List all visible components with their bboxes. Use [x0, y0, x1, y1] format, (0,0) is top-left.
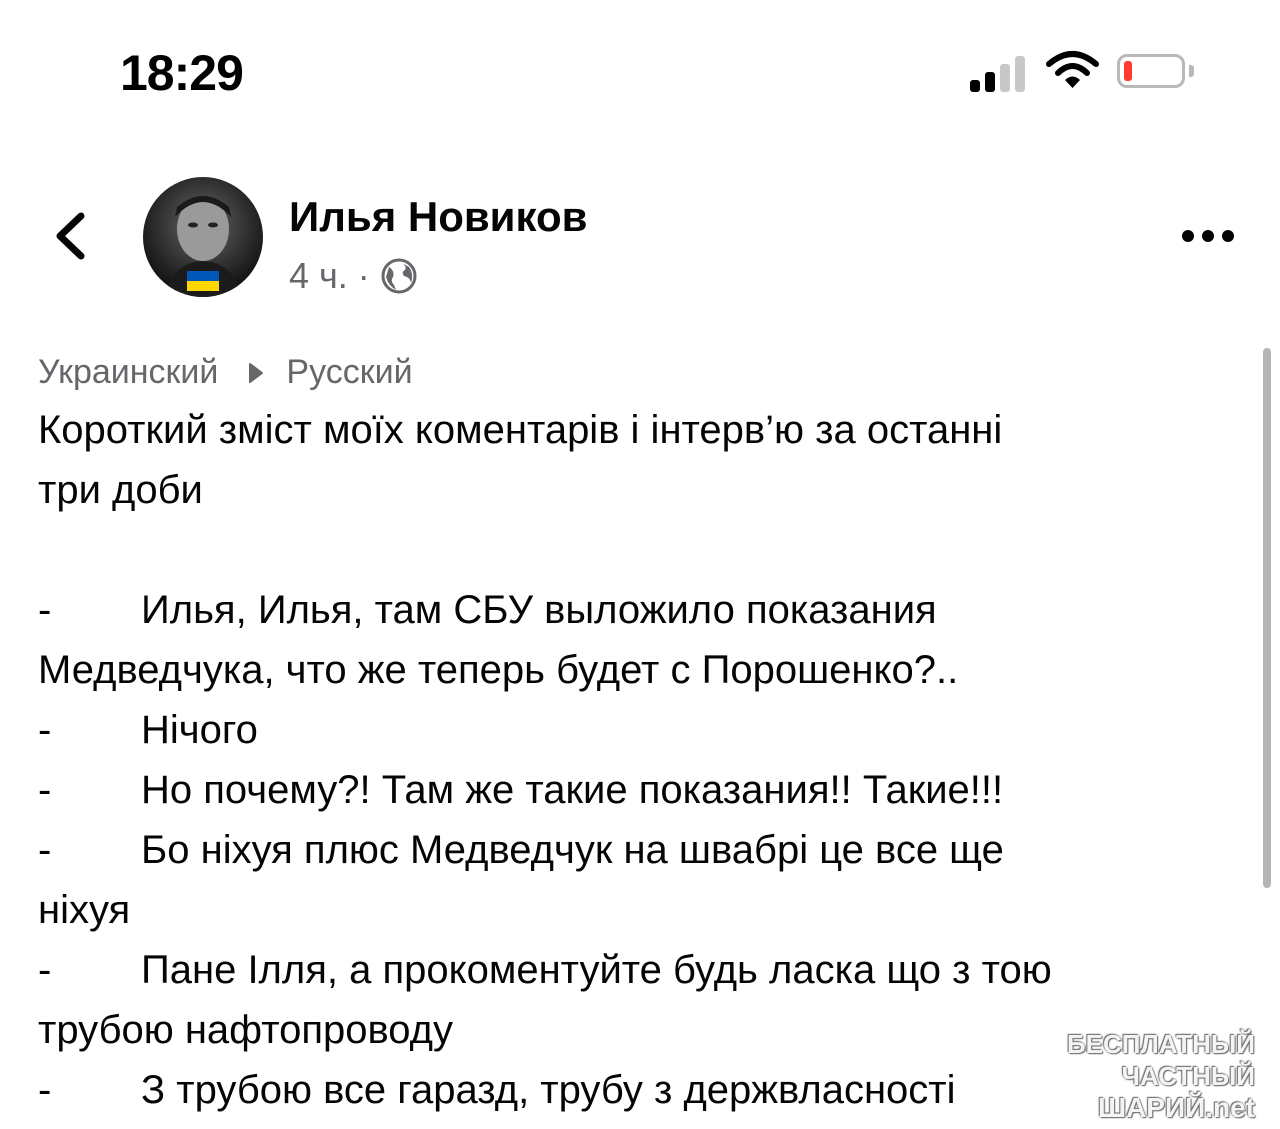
flag-blue-stripe [187, 271, 219, 281]
globe-icon [381, 258, 417, 294]
avatar-portrait [163, 196, 243, 297]
dialog-text: Пане Ілля, а прокоментуйте будь ласка що… [141, 948, 1052, 992]
watermark-line-1: БЕСПЛАТНЫЙ ЧАСТНЫЙ [1066, 1029, 1255, 1091]
post-text: Короткий зміст моїх коментарів і інтерв’… [38, 400, 1218, 1120]
post-title-line: три доби [38, 468, 203, 512]
translation-info[interactable]: Украинский Русский [38, 353, 413, 392]
post-time[interactable]: 4 ч. [289, 255, 348, 297]
dash-marker: - [38, 708, 52, 752]
more-dots-icon[interactable] [1180, 222, 1236, 250]
flag-yellow-stripe [187, 281, 219, 291]
dialog-text: Бо ніхуя плюс Медведчук на швабрі це все… [141, 828, 1004, 872]
cellular-signal-icon [970, 52, 1030, 92]
watermark-line-2: ШАРИЙ.net [1097, 1092, 1255, 1123]
dialog-text: З трубою все гаразд, трубу з держвласнос… [141, 1068, 956, 1112]
source-language: Украинский [38, 353, 219, 391]
dialog-text: Нічого [141, 708, 258, 752]
battery-icon [1117, 54, 1185, 88]
play-arrow-icon [249, 362, 264, 383]
dialog-line: - Нічого [38, 700, 1218, 760]
target-language: Русский [286, 353, 413, 391]
dash-marker: - [38, 588, 52, 632]
dash-marker: - [38, 948, 52, 992]
dialog-line: - Но почему?! Там же такие показания!! Т… [38, 760, 1218, 820]
dialog-continuation: Медведчука, что же теперь будет с Пороше… [38, 648, 959, 692]
dialog-text: Но почему?! Там же такие показания!! Так… [141, 768, 1004, 812]
author-name[interactable]: Илья Новиков [289, 193, 587, 241]
dash-marker: - [38, 1068, 52, 1112]
watermark: БЕСПЛАТНЫЙ ЧАСТНЫЙ ШАРИЙ.net [945, 1028, 1255, 1124]
chevron-left-icon[interactable] [50, 210, 90, 262]
dialog-text: Илья, Илья, там СБУ выложило показания [141, 588, 937, 632]
dash-marker: - [38, 828, 52, 872]
battery-cap [1189, 65, 1194, 77]
post-meta: 4 ч. · [289, 255, 418, 297]
meta-separator: · [357, 255, 370, 296]
dialog-line: - Илья, Илья, там СБУ выложило показания [38, 580, 1218, 640]
wifi-icon [1046, 51, 1099, 88]
avatar[interactable] [143, 177, 263, 297]
dash-marker: - [38, 768, 52, 812]
scrollbar[interactable] [1263, 348, 1271, 888]
status-time: 18:29 [120, 45, 244, 101]
post-title-line: Короткий зміст моїх коментарів і інтерв’… [38, 408, 1003, 452]
dialog-continuation: ніхуя [38, 888, 131, 932]
battery-level [1124, 61, 1132, 81]
dialog-line: - Бо ніхуя плюс Медведчук на швабрі це в… [38, 820, 1218, 880]
dialog-line: - Пане Ілля, а прокоментуйте будь ласка … [38, 940, 1218, 1000]
